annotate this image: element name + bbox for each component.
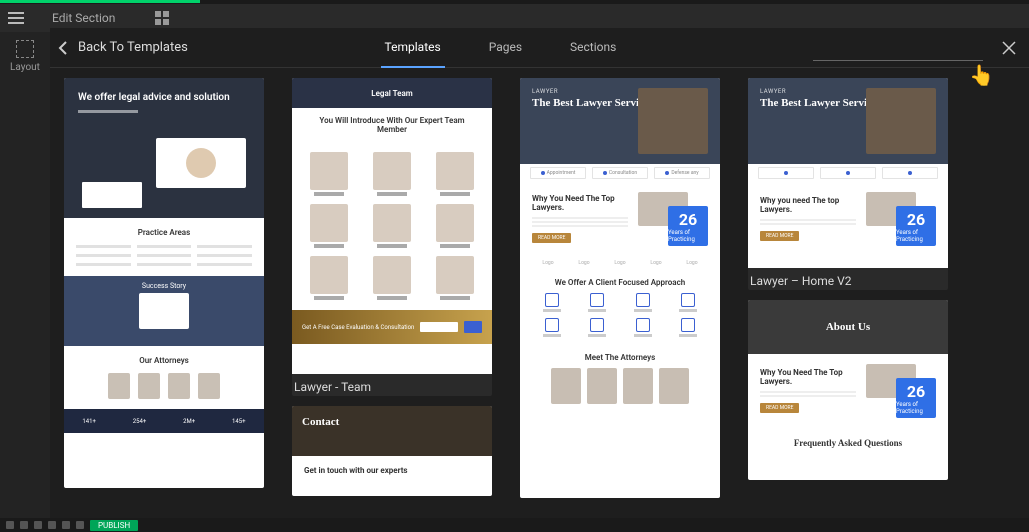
chevron-left-icon: [58, 41, 68, 55]
template-card[interactable]: We offer legal advice and solution Pract…: [64, 78, 264, 488]
publish-button[interactable]: PUBLISH: [90, 520, 138, 531]
toolbar-icon[interactable]: [20, 521, 28, 529]
toolbar-icon[interactable]: [34, 521, 42, 529]
hamburger-icon[interactable]: [8, 12, 24, 24]
layout-label: Layout: [10, 62, 40, 73]
library-tabs: Templates Pages Sections: [188, 28, 813, 68]
template-title: Lawyer – Home V2: [748, 268, 948, 290]
toolbar-icon[interactable]: [6, 521, 14, 529]
close-icon: [1001, 40, 1017, 56]
template-title: Lawyer - Team: [292, 374, 492, 396]
search-input[interactable]: [813, 35, 983, 61]
grid-icon[interactable]: [155, 11, 169, 25]
template-library-modal: Back To Templates Templates Pages Sectio…: [50, 28, 1029, 532]
toolbar-icon[interactable]: [76, 521, 84, 529]
layout-icon[interactable]: [16, 40, 34, 58]
tab-sections[interactable]: Sections: [566, 28, 620, 68]
edit-section-title: Edit Section: [52, 11, 115, 25]
close-button[interactable]: [997, 36, 1021, 60]
template-card-home2[interactable]: LAWYER The Best Lawyer Services Why you …: [748, 78, 948, 290]
template-card-about[interactable]: About Us Why You Need The Top Lawyers. R…: [748, 300, 948, 480]
tab-templates[interactable]: Templates: [381, 28, 445, 68]
template-grid-scroll[interactable]: We offer legal advice and solution Pract…: [50, 68, 1029, 532]
tab-pages[interactable]: Pages: [485, 28, 526, 68]
back-to-templates-button[interactable]: Back To Templates: [58, 40, 188, 55]
template-card-contact[interactable]: Contact Get in touch with our experts: [292, 406, 492, 496]
toolbar-icon[interactable]: [48, 521, 56, 529]
bottom-bar: PUBLISH: [0, 518, 1029, 532]
toolbar-icon[interactable]: [62, 521, 70, 529]
template-card-home3[interactable]: LAWYER The Best Lawyer Services Appointm…: [520, 78, 720, 498]
thumb-hero-text: We offer legal advice and solution: [78, 92, 250, 104]
left-rail: Layout: [0, 32, 50, 532]
template-card-team[interactable]: Legal Team You Will Introduce With Our E…: [292, 78, 492, 396]
